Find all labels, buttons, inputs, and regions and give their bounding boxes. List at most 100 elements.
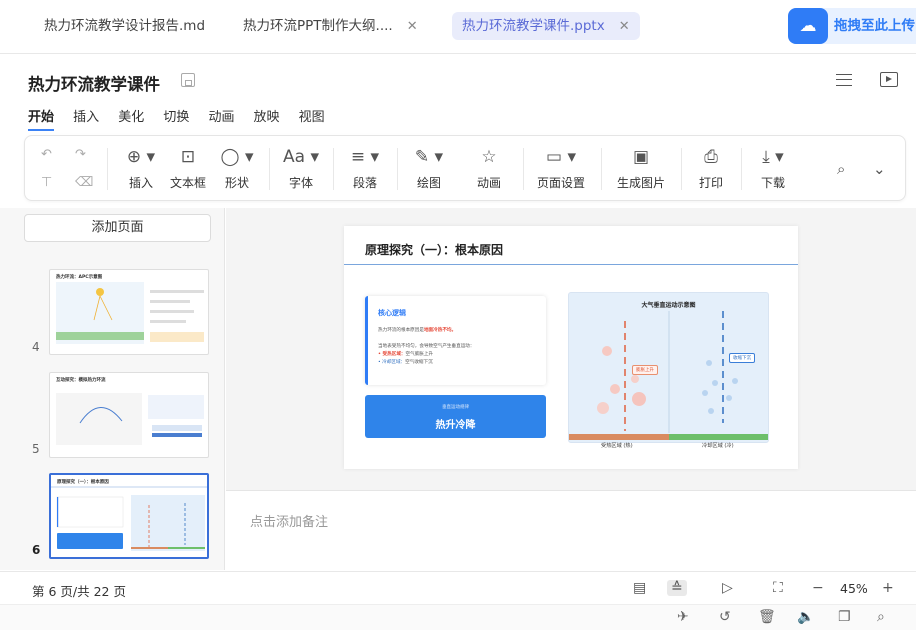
toolbar-divider (333, 148, 334, 190)
animation-button[interactable]: ☆ 动画 (469, 146, 509, 191)
diagram-title: 大气垂直运动示意图 (641, 302, 696, 309)
zoom-in-icon[interactable]: + (882, 580, 894, 596)
thumbnail-preview (51, 486, 207, 551)
generate-image-label: 生成图片 (616, 176, 665, 190)
bullet1-text: 空气膨胀上升 (405, 352, 434, 357)
draw-button[interactable]: ✎ ▾ 绘图 (409, 146, 449, 191)
tab-courseware[interactable]: 热力环流教学课件.pptx ✕ (452, 12, 640, 40)
toolbar-divider (397, 148, 398, 190)
ribbon-tab-insert[interactable]: 插入 (73, 106, 99, 125)
download-label: 下载 (760, 176, 785, 190)
cool-ground-label: 冷却区域 (冷) (702, 443, 734, 449)
paragraph-label: 段落 (352, 176, 377, 190)
format-painter-icon[interactable]: ⊤ (41, 175, 52, 190)
current-slide[interactable]: 原理探究（一）：根本原因 核心逻辑 热力环流的根本原因是地面冷热不均。 当地表受… (344, 226, 798, 469)
slide-thumbnail-4[interactable]: 热力环流：APC示意图 (49, 269, 209, 355)
plus-circle-icon: ⊕ ▾ (126, 147, 156, 167)
rule-card[interactable]: 垂直运动规律 热升冷降 (365, 395, 546, 438)
history-icon[interactable]: ↺ (719, 609, 731, 625)
search-icon[interactable]: ⌕ (837, 160, 845, 178)
vertical-motion-diagram[interactable]: 大气垂直运动示意图 膨胀上升 收缩下沉 (568, 292, 769, 443)
slide-thumbnail-6[interactable]: 原理探究（一）：根本原因 (49, 473, 209, 559)
card-bullet-2: • 冷却区域：空气收缩下沉 (378, 359, 433, 365)
card-heading: 核心逻辑 (378, 309, 406, 317)
download-button[interactable]: ⤓ ▾ 下载 (753, 146, 793, 191)
font-icon: Aa ▾ (283, 147, 319, 167)
insert-label: 插入 (128, 176, 153, 190)
document-title: 热力环流教学课件 (28, 75, 160, 94)
page-setup-label: 页面设置 (536, 176, 585, 190)
chevron-down-icon[interactable]: ⌄ (873, 160, 886, 178)
redo-icon[interactable]: ↷ (75, 147, 86, 162)
notes-placeholder: 点击添加备注 (250, 515, 329, 530)
speaker-icon[interactable]: 🔈 (797, 609, 814, 625)
animation-label: 动画 (476, 176, 501, 190)
page-setup-icon: ▭ ▾ (546, 147, 576, 167)
ribbon-tab-transition[interactable]: 切换 (163, 106, 189, 125)
tab-label: 热力环流教学设计报告.md (44, 18, 206, 34)
copy-icon[interactable]: ❐ (838, 609, 851, 625)
ribbon-tab-view[interactable]: 视图 (299, 106, 325, 125)
slide-thumbnail-5[interactable]: 互动探究：模拟热力环流 (49, 372, 209, 458)
save-icon[interactable] (181, 73, 195, 87)
shape-icon: ◯ ▾ (220, 147, 254, 167)
paragraph-button[interactable]: ≡ ▾ 段落 (345, 146, 385, 191)
page-setup-button[interactable]: ▭ ▾ 页面设置 (531, 146, 591, 191)
toolbar-divider (681, 148, 682, 190)
tab-design-report[interactable]: 热力环流教学设计报告.md (44, 12, 205, 40)
thumbnail-number: 5 (32, 442, 40, 456)
card-bullet-1: • 受热区域：空气膨胀上升 (378, 351, 433, 357)
ribbon-tab-slideshow[interactable]: 放映 (254, 106, 280, 125)
toolbar: ↶ ↷ ⊤ ⌫ ⊕ ▾ 插入 ⊡ 文本框 ◯ ▾ 形状 Aa ▾ 字体 ≡ ▾ … (24, 135, 906, 201)
toolbar-divider (601, 148, 602, 190)
play-icon[interactable]: ▷ (722, 580, 733, 596)
trash-icon[interactable]: 🗑 (758, 609, 776, 625)
ribbon-tab-animation[interactable]: 动画 (208, 106, 234, 125)
ribbon-tab-beautify[interactable]: 美化 (118, 106, 144, 125)
core-logic-card[interactable]: 核心逻辑 热力环流的根本原因是地面冷热不均。 当地表受热不均匀，会导致空气产生垂… (365, 296, 546, 385)
close-icon[interactable]: ✕ (407, 19, 418, 34)
layout-icon[interactable]: ▤ (633, 580, 646, 596)
print-button[interactable]: ⎙ 打印 (691, 146, 731, 191)
textbox-label: 文本框 (169, 176, 206, 190)
slide-title[interactable]: 原理探究（一）：根本原因 (365, 241, 503, 258)
shape-button[interactable]: ◯ ▾ 形状 (217, 146, 257, 191)
ribbon-tab-home[interactable]: 开始 (28, 106, 55, 131)
present-icon[interactable] (880, 72, 898, 87)
notes-area[interactable]: 点击添加备注 (226, 490, 916, 570)
toolbar-divider (523, 148, 524, 190)
page-indicator: 第 6 页/共 22 页 (32, 584, 126, 599)
rocket-icon[interactable]: ✈ (677, 609, 689, 625)
upload-drop-button[interactable]: ☁ 拖拽至此上传 (788, 8, 916, 44)
undo-icon[interactable]: ↶ (41, 147, 52, 162)
upload-label: 拖拽至此上传 (834, 18, 915, 34)
tab-ppt-outline[interactable]: 热力环流PPT制作大纲.... ✕ (243, 12, 418, 40)
thumbnail-preview (56, 282, 204, 344)
zoom-out-icon[interactable]: − (812, 580, 824, 596)
diagram-illustration (569, 311, 768, 440)
image-icon: ▣ (632, 147, 650, 167)
fit-screen-icon[interactable]: ⛶ (773, 580, 783, 596)
toolbar-divider (269, 148, 270, 190)
insert-button[interactable]: ⊕ ▾ 插入 (121, 146, 161, 191)
add-page-button[interactable]: 添加页面 (24, 214, 211, 242)
search-icon[interactable]: ⌕ (877, 609, 885, 625)
print-label: 打印 (698, 176, 723, 190)
close-icon[interactable]: ✕ (619, 19, 630, 34)
bottom-toolbar: ✈ ↺ 🗑 🔈 ❐ ⌕ (0, 604, 916, 630)
toolbar-divider (741, 148, 742, 190)
toolbar-divider (107, 148, 108, 190)
rise-label: 膨胀上升 (632, 365, 658, 375)
warm-ground-label: 受热区域 (热) (601, 443, 633, 449)
rule-card-title: 热升冷降 (435, 420, 476, 431)
star-icon: ☆ (481, 147, 497, 167)
eraser-icon[interactable]: ⌫ (75, 175, 93, 190)
notes-toggle-icon[interactable]: ≙ (667, 580, 687, 596)
font-button[interactable]: Aa ▾ 字体 (281, 146, 321, 191)
bullet2-label: • 冷却区域： (378, 360, 406, 365)
textbox-button[interactable]: ⊡ 文本框 (165, 146, 211, 191)
thumbnail-preview (56, 393, 204, 445)
line1-text: 热力环流的根本原因是 (378, 328, 424, 333)
generate-image-button[interactable]: ▣ 生成图片 (611, 146, 671, 191)
menu-icon[interactable] (836, 74, 852, 86)
